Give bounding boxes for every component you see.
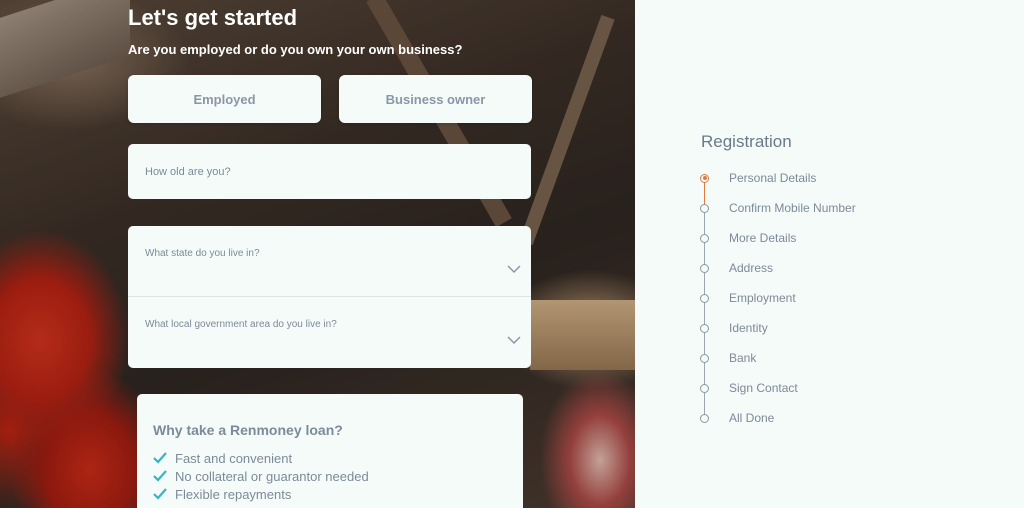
list-item: Flexible repayments (153, 485, 369, 503)
list-item: Fast and convenient (153, 449, 369, 467)
registration-panel: Registration Personal Details Confirm Mo… (635, 0, 1024, 508)
benefit-label: No collateral or guarantor needed (175, 468, 369, 484)
state-placeholder: What state do you live in? (145, 248, 260, 259)
age-placeholder: How old are you? (145, 166, 231, 178)
step-more-details: More Details (697, 230, 796, 246)
step-all-done: All Done (697, 410, 774, 426)
state-select[interactable]: What state do you live in? (128, 226, 531, 297)
step-confirm-mobile-number: Confirm Mobile Number (697, 200, 856, 216)
benefit-label: Fast and convenient (175, 450, 293, 466)
employment-question: Are you employed or do you own your own … (128, 42, 463, 57)
chevron-down-icon[interactable] (507, 264, 521, 274)
step-dot-icon (700, 263, 709, 273)
list-item: No collateral or guarantor needed (153, 467, 369, 485)
registration-title: Registration (701, 132, 792, 151)
step-dot-icon (700, 413, 709, 423)
check-icon (153, 470, 167, 482)
step-dot-icon (700, 383, 709, 393)
step-dot-icon (700, 203, 709, 213)
step-dot-icon (700, 353, 709, 363)
location-card: What state do you live in? What local go… (128, 226, 531, 368)
step-dot-icon (700, 173, 709, 183)
chevron-down-icon[interactable] (507, 335, 521, 345)
age-field[interactable]: How old are you? (128, 144, 531, 199)
business-owner-option-button[interactable]: Business owner (339, 75, 532, 123)
step-dot-icon (700, 233, 709, 243)
step-bank: Bank (697, 350, 756, 366)
employed-option-button[interactable]: Employed (128, 75, 321, 123)
why-renmoney-card: Why take a Renmoney loan? Fast and conve… (137, 394, 523, 508)
check-icon (153, 452, 167, 464)
page-title: Let's get started (128, 5, 298, 30)
benefits-list: Fast and convenient No collateral or gua… (153, 449, 369, 503)
check-icon (153, 488, 167, 500)
step-dot-icon (700, 293, 709, 303)
lga-select[interactable]: What local government area do you live i… (128, 297, 531, 368)
step-identity: Identity (697, 320, 768, 336)
step-employment: Employment (697, 290, 796, 306)
step-address: Address (697, 260, 773, 276)
step-dot-icon (700, 323, 709, 333)
step-personal-details: Personal Details (697, 170, 816, 186)
why-heading: Why take a Renmoney loan? (153, 422, 343, 438)
lga-placeholder: What local government area do you live i… (145, 319, 337, 330)
benefit-label: Flexible repayments (175, 486, 292, 502)
step-sign-contact: Sign Contact (697, 380, 798, 396)
